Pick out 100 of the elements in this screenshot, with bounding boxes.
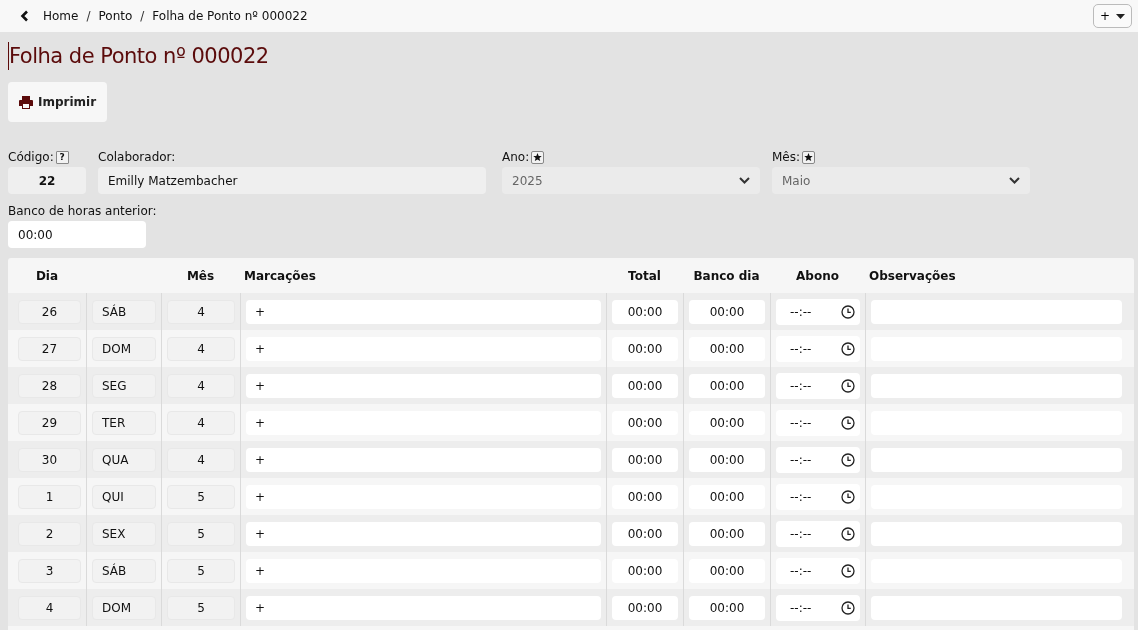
field-label: Banco de horas anterior:	[8, 204, 158, 218]
month-field: 4	[167, 410, 235, 435]
clock-icon[interactable]	[841, 526, 855, 541]
help-badge[interactable]: ?	[55, 150, 69, 164]
hours-bank-field[interactable]: 00:00	[8, 221, 146, 248]
day-balance-field[interactable]: 00:00	[689, 410, 765, 435]
add-menu-button[interactable]: +	[1092, 4, 1132, 28]
column-header: Observações	[868, 268, 957, 283]
punches-field[interactable]: +	[246, 410, 601, 435]
clock-icon[interactable]	[841, 452, 855, 467]
total-field[interactable]: 00:00	[612, 447, 678, 472]
allowance-time-field[interactable]: --:--	[776, 298, 860, 325]
clock-icon[interactable]	[841, 304, 855, 319]
chevron-down-icon	[1009, 177, 1020, 184]
allowance-time-field[interactable]: --:--	[776, 594, 860, 621]
punches-field[interactable]: +	[246, 484, 601, 509]
caret-icon	[1116, 13, 1125, 19]
total-field[interactable]: 00:00	[612, 521, 678, 546]
back-chevron-icon[interactable]	[20, 10, 29, 22]
employee-field[interactable]: Emilly Matzembacher	[98, 167, 486, 194]
printer-icon	[18, 95, 33, 109]
day-balance-field[interactable]: 00:00	[689, 336, 765, 361]
month-select[interactable]: Maio	[772, 167, 1030, 194]
allowance-time-field[interactable]: --:--	[776, 483, 860, 510]
column-header: Dia	[34, 268, 60, 283]
code-field[interactable]: 22	[8, 167, 86, 194]
allowance-time-field[interactable]: --:--	[776, 372, 860, 399]
weekday-field: SEX	[92, 521, 156, 546]
column-header: Total	[627, 268, 662, 283]
day-balance-field[interactable]: 00:00	[689, 558, 765, 583]
breadcrumb-link[interactable]: Ponto	[98, 9, 133, 23]
page-title: Folha de Ponto nº 000022	[8, 42, 269, 70]
star-icon	[531, 150, 545, 164]
month-field: 4	[167, 299, 235, 324]
allowance-time-field[interactable]: --:--	[776, 557, 860, 584]
weekday-field: TER	[92, 410, 156, 435]
month-field: 4	[167, 373, 235, 398]
clock-icon[interactable]	[841, 600, 855, 615]
month-field: 5	[167, 484, 235, 509]
month-field: 5	[167, 521, 235, 546]
print-button[interactable]: Imprimir	[8, 82, 107, 122]
day-field: 4	[18, 595, 81, 620]
total-field[interactable]: 00:00	[612, 299, 678, 324]
breadcrumb-separator: /	[140, 9, 145, 23]
day-balance-field[interactable]: 00:00	[689, 447, 765, 472]
column-header: Mês	[185, 268, 216, 283]
punches-field[interactable]: +	[246, 558, 601, 583]
clock-icon[interactable]	[841, 415, 855, 430]
year-select[interactable]: 2025	[502, 167, 760, 194]
breadcrumb-link[interactable]: Home	[43, 9, 79, 23]
clock-icon[interactable]	[841, 489, 855, 504]
day-field: 27	[18, 336, 81, 361]
punches-field[interactable]: +	[246, 373, 601, 398]
column-header: Banco dia	[692, 268, 761, 283]
total-field[interactable]: 00:00	[612, 410, 678, 435]
star-icon	[802, 150, 816, 164]
punches-field[interactable]: +	[246, 447, 601, 472]
allowance-time-field[interactable]: --:--	[776, 335, 860, 362]
allowance-time-field[interactable]: --:--	[776, 446, 860, 473]
month-field: 5	[167, 595, 235, 620]
column-header: Marcações	[243, 268, 317, 283]
field-label: Ano:	[502, 150, 530, 164]
day-field: 3	[18, 558, 81, 583]
day-balance-field[interactable]: 00:00	[689, 521, 765, 546]
day-field: 26	[18, 299, 81, 324]
field-label: Colaborador:	[98, 150, 177, 164]
total-field[interactable]: 00:00	[612, 595, 678, 620]
clock-icon[interactable]	[841, 341, 855, 356]
clock-icon[interactable]	[841, 563, 855, 578]
total-field[interactable]: 00:00	[612, 373, 678, 398]
punches-field[interactable]: +	[246, 336, 601, 361]
weekday-field: QUI	[92, 484, 156, 509]
total-field[interactable]: 00:00	[612, 336, 678, 361]
day-field: 28	[18, 373, 81, 398]
allowance-time-field[interactable]: --:--	[776, 520, 860, 547]
breadcrumb-link[interactable]: Folha de Ponto nº 000022	[152, 9, 308, 23]
punches-field[interactable]: +	[246, 521, 601, 546]
allowance-time-field[interactable]: --:--	[776, 409, 860, 436]
weekday-field: SÁB	[92, 299, 156, 324]
total-field[interactable]: 00:00	[612, 558, 678, 583]
month-field: 4	[167, 336, 235, 361]
clock-icon[interactable]	[841, 378, 855, 393]
day-field: 2	[18, 521, 81, 546]
month-field: 5	[167, 558, 235, 583]
chevron-down-icon	[739, 177, 750, 184]
day-field: 1	[18, 484, 81, 509]
total-field[interactable]: 00:00	[612, 484, 678, 509]
weekday-field: QUA	[92, 447, 156, 472]
weekday-field: DOM	[92, 595, 156, 620]
weekday-field: SÁB	[92, 558, 156, 583]
day-balance-field[interactable]: 00:00	[689, 373, 765, 398]
day-balance-field[interactable]: 00:00	[689, 299, 765, 324]
punches-field[interactable]: +	[246, 299, 601, 324]
day-balance-field[interactable]: 00:00	[689, 484, 765, 509]
day-field: 30	[18, 447, 81, 472]
punches-field[interactable]: +	[246, 595, 601, 620]
column-header: Abono	[795, 268, 840, 283]
day-balance-field[interactable]: 00:00	[689, 595, 765, 620]
field-label: Mês:	[772, 150, 801, 164]
weekday-field: DOM	[92, 336, 156, 361]
